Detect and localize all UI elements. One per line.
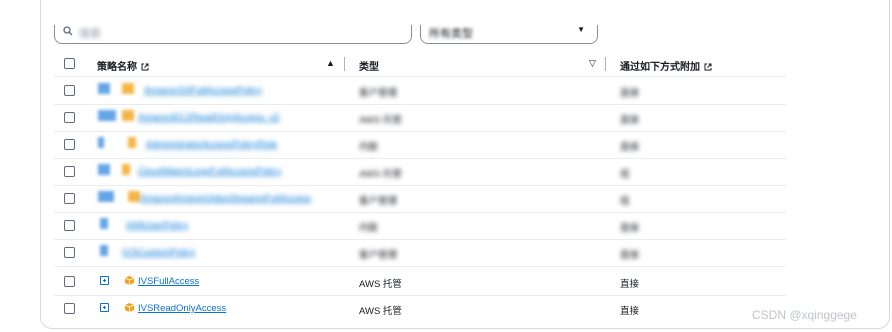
external-link-icon	[141, 63, 149, 71]
policy-type: AWS 托管	[359, 306, 402, 317]
table-row[interactable]: AdministratorAccessPolicyRole 内联 直接	[54, 131, 786, 159]
table-row[interactable]: IVSFullAccess AWS 托管 直接	[54, 268, 786, 296]
search-input[interactable]: 搜索	[54, 25, 412, 44]
redacted-icon	[100, 245, 108, 256]
column-separator	[344, 57, 345, 71]
expand-row-icon[interactable]	[100, 303, 109, 312]
policy-name-link[interactable]: AmazonEC2ReadOnlyAccess_v2	[138, 112, 280, 123]
table-header: 策略名称 ▲ 类型 ▽ 通过如下方式附加	[54, 52, 786, 77]
column-attach-label: 通过如下方式附加	[620, 62, 700, 73]
row-checkbox[interactable]	[64, 112, 75, 123]
column-separator	[605, 57, 606, 71]
policy-attach: 直接	[620, 250, 640, 261]
redacted-icon	[122, 164, 130, 175]
policy-name-link[interactable]: IAMUserPolicy	[126, 220, 188, 231]
redacted-icon	[122, 83, 134, 94]
policy-type: 客户管理	[359, 250, 398, 261]
table-row[interactable]: CloudWatchLogsFullAccessPolicy AWS 托管 组	[54, 158, 786, 186]
search-icon	[63, 26, 73, 36]
column-header-type[interactable]: 类型	[359, 58, 379, 73]
policy-name-link[interactable]: AdministratorAccessPolicyRole	[146, 139, 277, 150]
row-checkbox[interactable]	[64, 276, 75, 287]
row-checkbox[interactable]	[64, 220, 75, 231]
column-header-name[interactable]: 策略名称	[97, 58, 149, 73]
policy-type: AWS 托管	[359, 169, 402, 180]
policy-name-link[interactable]: CloudWatchLogsFullAccessPolicy	[138, 166, 281, 177]
policy-type: 客户管理	[359, 196, 398, 207]
row-checkbox[interactable]	[64, 166, 75, 177]
search-placeholder: 搜索	[79, 28, 101, 40]
policy-name-link[interactable]: AmazonS3FullAccessPolicy	[144, 85, 262, 96]
row-checkbox[interactable]	[64, 85, 75, 96]
redacted-icon	[98, 191, 114, 202]
type-filter-select[interactable]: 所有类型 ▼	[420, 25, 598, 44]
policy-type: 内联	[359, 223, 379, 234]
row-checkbox[interactable]	[64, 247, 75, 258]
policy-type: AWS 托管	[359, 279, 402, 290]
policy-attach: 组	[620, 196, 630, 207]
policy-attach: 组	[620, 169, 630, 180]
redacted-icon	[98, 110, 116, 121]
type-filter-value: 所有类型	[429, 28, 473, 40]
column-name-label: 策略名称	[97, 62, 137, 73]
table-row[interactable]: AmazonKinesisVideoStreamsFullAccess 客户管理…	[54, 185, 786, 213]
table-row[interactable]: IVSReadOnlyAccess AWS 托管 直接	[54, 295, 786, 322]
row-checkbox[interactable]	[64, 193, 75, 204]
redacted-icon	[128, 191, 140, 202]
policy-attach: 直接	[620, 279, 640, 290]
sort-icon[interactable]: ▽	[589, 58, 596, 69]
column-header-attach[interactable]: 通过如下方式附加	[620, 58, 712, 73]
sort-ascending-icon[interactable]: ▲	[326, 58, 335, 68]
policy-attach: 直接	[620, 142, 640, 153]
policy-name-link[interactable]: AmazonKinesisVideoStreamsFullAccess	[140, 193, 311, 204]
select-all-checkbox[interactable]	[64, 58, 75, 69]
redacted-icon	[98, 83, 110, 94]
redacted-icon	[128, 137, 136, 148]
policy-name-link[interactable]: IVSCustomPolicy	[122, 247, 195, 258]
policy-type: 客户管理	[359, 88, 398, 99]
redacted-icon	[122, 110, 134, 121]
redacted-icon	[98, 137, 104, 148]
chevron-down-icon: ▼	[577, 25, 585, 34]
row-checkbox[interactable]	[64, 139, 75, 150]
policy-attach: 直接	[620, 223, 640, 234]
policy-name-link[interactable]: IVSReadOnlyAccess	[138, 303, 226, 314]
policy-attach: 直接	[620, 306, 640, 317]
expand-row-icon[interactable]	[100, 276, 109, 285]
watermark: CSDN @xqinggege	[752, 308, 857, 322]
policy-type: 内联	[359, 142, 379, 153]
policy-attach: 直接	[620, 115, 640, 126]
redacted-icon	[100, 218, 108, 229]
external-link-icon	[704, 63, 712, 71]
policy-type: AWS 托管	[359, 115, 402, 126]
policy-name-link[interactable]: IVSFullAccess	[138, 276, 199, 287]
policy-attach: 直接	[620, 88, 640, 99]
table-row[interactable]: AmazonS3FullAccessPolicy 客户管理 直接	[54, 77, 786, 105]
table-row[interactable]: IAMUserPolicy 内联 直接	[54, 212, 786, 240]
redacted-icon	[98, 164, 110, 175]
aws-managed-policy-icon	[124, 276, 135, 285]
row-checkbox[interactable]	[64, 303, 75, 314]
table-row[interactable]: AmazonEC2ReadOnlyAccess_v2 AWS 托管 直接	[54, 104, 786, 132]
table-row[interactable]: IVSCustomPolicy 客户管理 直接	[54, 239, 786, 267]
aws-managed-policy-icon	[124, 303, 135, 312]
